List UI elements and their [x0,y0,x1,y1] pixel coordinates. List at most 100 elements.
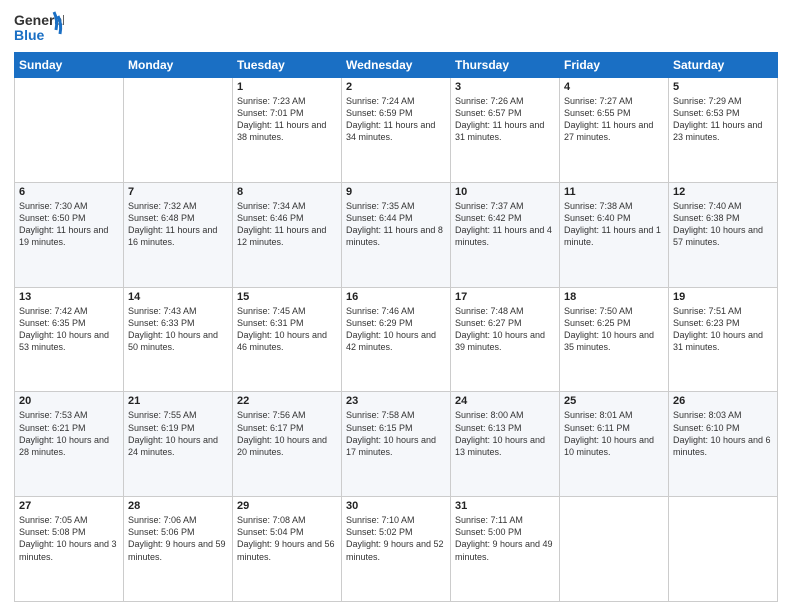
week-row-1: 1 Sunrise: 7:23 AMSunset: 7:01 PMDaylight… [15,78,778,183]
day-info: Sunrise: 7:45 AMSunset: 6:31 PMDaylight:… [237,305,337,354]
calendar-cell: 7 Sunrise: 7:32 AMSunset: 6:48 PMDaylight… [124,182,233,287]
day-number: 14 [128,291,228,303]
day-info: Sunrise: 7:30 AMSunset: 6:50 PMDaylight:… [19,200,119,249]
day-number: 12 [673,186,773,198]
day-number: 28 [128,500,228,512]
logo-full-icon: GeneralBlue [14,10,64,46]
calendar-cell: 30 Sunrise: 7:10 AMSunset: 5:02 PMDayligh… [342,497,451,602]
day-number: 2 [346,81,446,93]
calendar-cell: 2 Sunrise: 7:24 AMSunset: 6:59 PMDaylight… [342,78,451,183]
day-info: Sunrise: 7:06 AMSunset: 5:06 PMDaylight:… [128,514,228,563]
day-info: Sunrise: 7:29 AMSunset: 6:53 PMDaylight:… [673,95,773,144]
calendar-cell [15,78,124,183]
day-number: 15 [237,291,337,303]
day-number: 22 [237,395,337,407]
day-info: Sunrise: 7:05 AMSunset: 5:08 PMDaylight:… [19,514,119,563]
day-number: 11 [564,186,664,198]
calendar-cell: 29 Sunrise: 7:08 AMSunset: 5:04 PMDayligh… [233,497,342,602]
day-number: 7 [128,186,228,198]
calendar-cell: 14 Sunrise: 7:43 AMSunset: 6:33 PMDayligh… [124,287,233,392]
calendar-cell: 10 Sunrise: 7:37 AMSunset: 6:42 PMDayligh… [451,182,560,287]
calendar-cell: 12 Sunrise: 7:40 AMSunset: 6:38 PMDayligh… [669,182,778,287]
day-info: Sunrise: 7:42 AMSunset: 6:35 PMDaylight:… [19,305,119,354]
day-info: Sunrise: 8:00 AMSunset: 6:13 PMDaylight:… [455,409,555,458]
calendar-cell: 19 Sunrise: 7:51 AMSunset: 6:23 PMDayligh… [669,287,778,392]
calendar-cell: 1 Sunrise: 7:23 AMSunset: 7:01 PMDaylight… [233,78,342,183]
calendar-cell: 22 Sunrise: 7:56 AMSunset: 6:17 PMDayligh… [233,392,342,497]
week-row-2: 6 Sunrise: 7:30 AMSunset: 6:50 PMDaylight… [15,182,778,287]
weekday-header-wednesday: Wednesday [342,53,451,78]
weekday-header-friday: Friday [560,53,669,78]
weekday-header-monday: Monday [124,53,233,78]
calendar-cell: 9Sunrise: 7:35 AMSunset: 6:44 PMDaylight… [342,182,451,287]
day-number: 4 [564,81,664,93]
day-info: Sunrise: 7:55 AMSunset: 6:19 PMDaylight:… [128,409,228,458]
calendar-cell [669,497,778,602]
calendar-cell [124,78,233,183]
page-header: GeneralBlue [14,10,778,46]
day-info: Sunrise: 7:08 AMSunset: 5:04 PMDaylight:… [237,514,337,563]
day-number: 17 [455,291,555,303]
calendar-cell: 3 Sunrise: 7:26 AMSunset: 6:57 PMDaylight… [451,78,560,183]
day-number: 18 [564,291,664,303]
day-number: 5 [673,81,773,93]
day-info: Sunrise: 7:38 AMSunset: 6:40 PMDaylight:… [564,200,664,249]
day-info: Sunrise: 7:23 AMSunset: 7:01 PMDaylight:… [237,95,337,144]
day-number: 1 [237,81,337,93]
day-info: Sunrise: 7:37 AMSunset: 6:42 PMDaylight:… [455,200,555,249]
day-number: 19 [673,291,773,303]
day-info: Sunrise: 7:51 AMSunset: 6:23 PMDaylight:… [673,305,773,354]
day-number: 10 [455,186,555,198]
calendar-cell: 8 Sunrise: 7:34 AMSunset: 6:46 PMDaylight… [233,182,342,287]
day-info: Sunrise: 7:48 AMSunset: 6:27 PMDaylight:… [455,305,555,354]
day-number: 27 [19,500,119,512]
calendar-cell: 18Sunrise: 7:50 AMSunset: 6:25 PMDayligh… [560,287,669,392]
day-info: Sunrise: 7:26 AMSunset: 6:57 PMDaylight:… [455,95,555,144]
day-number: 26 [673,395,773,407]
day-info: Sunrise: 7:40 AMSunset: 6:38 PMDaylight:… [673,200,773,249]
day-info: Sunrise: 7:56 AMSunset: 6:17 PMDaylight:… [237,409,337,458]
day-info: Sunrise: 7:46 AMSunset: 6:29 PMDaylight:… [346,305,446,354]
calendar-cell: 31Sunrise: 7:11 AMSunset: 5:00 PMDayligh… [451,497,560,602]
weekday-header-row: SundayMondayTuesdayWednesdayThursdayFrid… [15,53,778,78]
weekday-header-saturday: Saturday [669,53,778,78]
day-info: Sunrise: 7:43 AMSunset: 6:33 PMDaylight:… [128,305,228,354]
day-number: 29 [237,500,337,512]
calendar-cell: 28 Sunrise: 7:06 AMSunset: 5:06 PMDayligh… [124,497,233,602]
calendar-cell: 25Sunrise: 8:01 AMSunset: 6:11 PMDayligh… [560,392,669,497]
logo: GeneralBlue [14,10,64,46]
calendar-cell: 5 Sunrise: 7:29 AMSunset: 6:53 PMDaylight… [669,78,778,183]
weekday-header-sunday: Sunday [15,53,124,78]
day-info: Sunrise: 7:32 AMSunset: 6:48 PMDaylight:… [128,200,228,249]
calendar-cell: 15 Sunrise: 7:45 AMSunset: 6:31 PMDayligh… [233,287,342,392]
calendar-cell: 23 Sunrise: 7:58 AMSunset: 6:15 PMDayligh… [342,392,451,497]
calendar-table: SundayMondayTuesdayWednesdayThursdayFrid… [14,52,778,602]
calendar-cell: 24 Sunrise: 8:00 AMSunset: 6:13 PMDayligh… [451,392,560,497]
calendar-cell: 16 Sunrise: 7:46 AMSunset: 6:29 PMDayligh… [342,287,451,392]
day-number: 24 [455,395,555,407]
day-number: 8 [237,186,337,198]
day-info: Sunrise: 7:11 AMSunset: 5:00 PMDaylight:… [455,514,555,563]
day-number: 13 [19,291,119,303]
day-info: Sunrise: 8:03 AMSunset: 6:10 PMDaylight:… [673,409,773,458]
day-number: 23 [346,395,446,407]
calendar-cell: 20Sunrise: 7:53 AMSunset: 6:21 PMDayligh… [15,392,124,497]
day-info: Sunrise: 7:35 AMSunset: 6:44 PMDaylight:… [346,200,446,249]
week-row-5: 27 Sunrise: 7:05 AMSunset: 5:08 PMDayligh… [15,497,778,602]
day-number: 3 [455,81,555,93]
day-info: Sunrise: 7:10 AMSunset: 5:02 PMDaylight:… [346,514,446,563]
day-info: Sunrise: 7:58 AMSunset: 6:15 PMDaylight:… [346,409,446,458]
calendar-cell [560,497,669,602]
day-info: Sunrise: 7:34 AMSunset: 6:46 PMDaylight:… [237,200,337,249]
day-number: 6 [19,186,119,198]
day-number: 20 [19,395,119,407]
day-number: 16 [346,291,446,303]
day-info: Sunrise: 7:24 AMSunset: 6:59 PMDaylight:… [346,95,446,144]
calendar-cell: 26 Sunrise: 8:03 AMSunset: 6:10 PMDayligh… [669,392,778,497]
calendar-cell: 17 Sunrise: 7:48 AMSunset: 6:27 PMDayligh… [451,287,560,392]
week-row-4: 20Sunrise: 7:53 AMSunset: 6:21 PMDayligh… [15,392,778,497]
day-number: 30 [346,500,446,512]
calendar-cell: 11 Sunrise: 7:38 AMSunset: 6:40 PMDayligh… [560,182,669,287]
day-info: Sunrise: 7:27 AMSunset: 6:55 PMDaylight:… [564,95,664,144]
calendar-cell: 4 Sunrise: 7:27 AMSunset: 6:55 PMDaylight… [560,78,669,183]
